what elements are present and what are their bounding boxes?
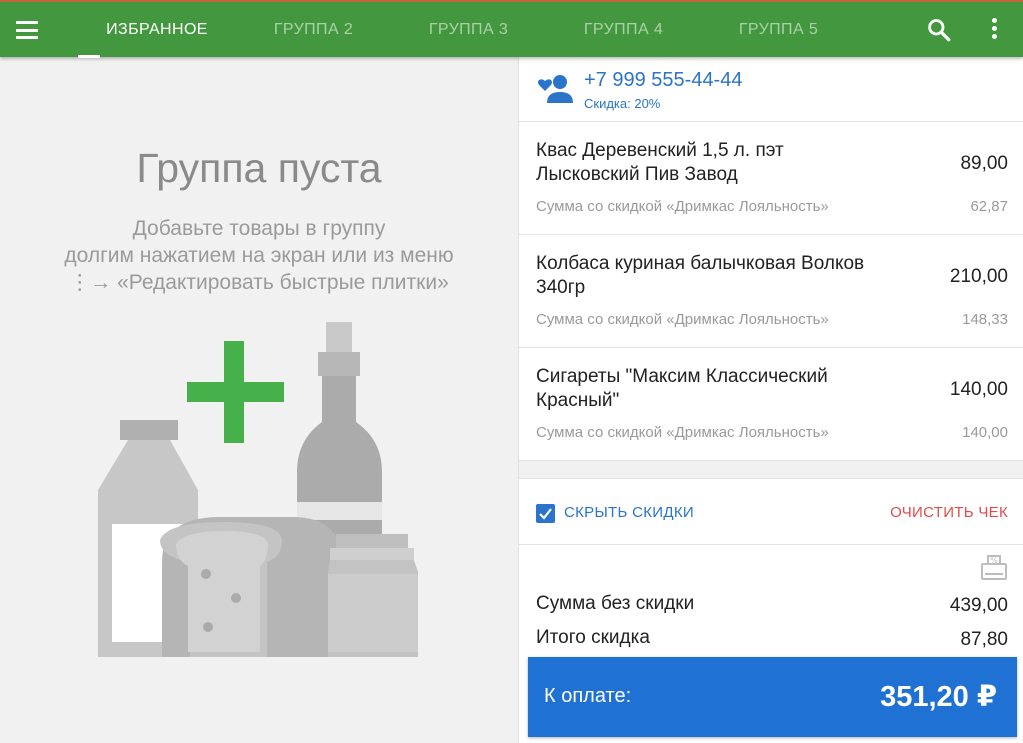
tab-group-4[interactable]: ГРУППА 4: [546, 2, 701, 57]
receipt-panel: +7 999 555-44-44 Скидка: 20% Квас Дереве…: [518, 57, 1023, 743]
item-price: 140,00: [949, 379, 1008, 400]
item-discount-value: 148,33: [962, 311, 1008, 328]
item-name: Квас Деревенский 1,5 л. пэт Лысковский П…: [536, 140, 784, 185]
pay-label: К оплате:: [544, 685, 632, 707]
empty-group-hint: Добавьте товары в группу долгим нажатием…: [64, 217, 454, 294]
subtotal-value: 439,00: [949, 595, 1008, 616]
svg-text:%: %: [990, 556, 998, 565]
more-vert-icon[interactable]: [990, 18, 998, 42]
item-price: 89,00: [960, 153, 1008, 174]
group-tabs: ИЗБРАННОЕ ГРУППА 2 ГРУППА 3 ГРУППА 4 ГРУ…: [78, 2, 856, 58]
subtotal-label: Сумма без скидки: [536, 593, 695, 614]
discount-receipt-icon[interactable]: %: [980, 553, 1008, 581]
total-discount-label: Итого скидка: [536, 627, 650, 648]
hide-discounts-checkbox[interactable]: [536, 504, 555, 523]
receipt-item[interactable]: Колбаса куриная балычковая Волков 340гр …: [519, 235, 1023, 348]
loyal-client-icon: [538, 75, 573, 103]
tab-favorites[interactable]: ИЗБРАННОЕ: [78, 2, 236, 58]
item-discount-value: 62,87: [970, 198, 1008, 215]
tab-group-5[interactable]: ГРУППА 5: [701, 2, 856, 57]
menu-icon[interactable]: [16, 21, 38, 39]
item-discount-label: Сумма со скидкой «Дримкас Лояльность»: [536, 424, 829, 441]
item-price: 210,00: [949, 266, 1008, 287]
client-card[interactable]: +7 999 555-44-44 Скидка: 20%: [519, 57, 1023, 122]
receipt-totals: % Сумма без скидки 439,00 Итого скидка 8…: [519, 545, 1023, 743]
empty-group-title: Группа пуста: [136, 145, 382, 191]
tab-group-2[interactable]: ГРУППА 2: [236, 2, 391, 57]
search-icon[interactable]: [926, 17, 952, 43]
item-name: Сигареты "Максим Классический Красный": [536, 366, 828, 411]
pay-button[interactable]: К оплате: 351,20 ₽: [528, 657, 1017, 737]
item-discount-label: Сумма со скидкой «Дримкас Лояльность»: [536, 198, 829, 215]
clear-receipt-button[interactable]: ОЧИСТИТЬ ЧЕК: [890, 504, 1008, 521]
pay-amount: 351,20 ₽: [880, 681, 997, 713]
item-discount-label: Сумма со скидкой «Дримкас Лояльность»: [536, 311, 829, 328]
quick-tiles-panel[interactable]: Группа пуста Добавьте товары в группу до…: [0, 57, 518, 743]
receipt-item[interactable]: Квас Деревенский 1,5 л. пэт Лысковский П…: [519, 122, 1023, 235]
client-discount: Скидка: 20%: [584, 96, 661, 111]
item-discount-value: 140,00: [962, 424, 1008, 441]
total-discount-value: 87,80: [960, 629, 1008, 650]
receipt-actions: СКРЫТЬ СКИДКИ ОЧИСТИТЬ ЧЕК: [519, 478, 1023, 545]
top-app-bar: ИЗБРАННОЕ ГРУППА 2 ГРУППА 3 ГРУППА 4 ГРУ…: [0, 0, 1023, 58]
item-name: Колбаса куриная балычковая Волков 340гр: [536, 253, 865, 298]
receipt-item[interactable]: Сигареты "Максим Классический Красный" 1…: [519, 348, 1023, 461]
tab-group-3[interactable]: ГРУППА 3: [391, 2, 546, 57]
client-phone: +7 999 555-44-44: [584, 69, 743, 91]
hide-discounts-label[interactable]: СКРЫТЬ СКИДКИ: [564, 504, 694, 521]
check-icon: [539, 508, 552, 520]
empty-group-illustration: [98, 322, 418, 657]
